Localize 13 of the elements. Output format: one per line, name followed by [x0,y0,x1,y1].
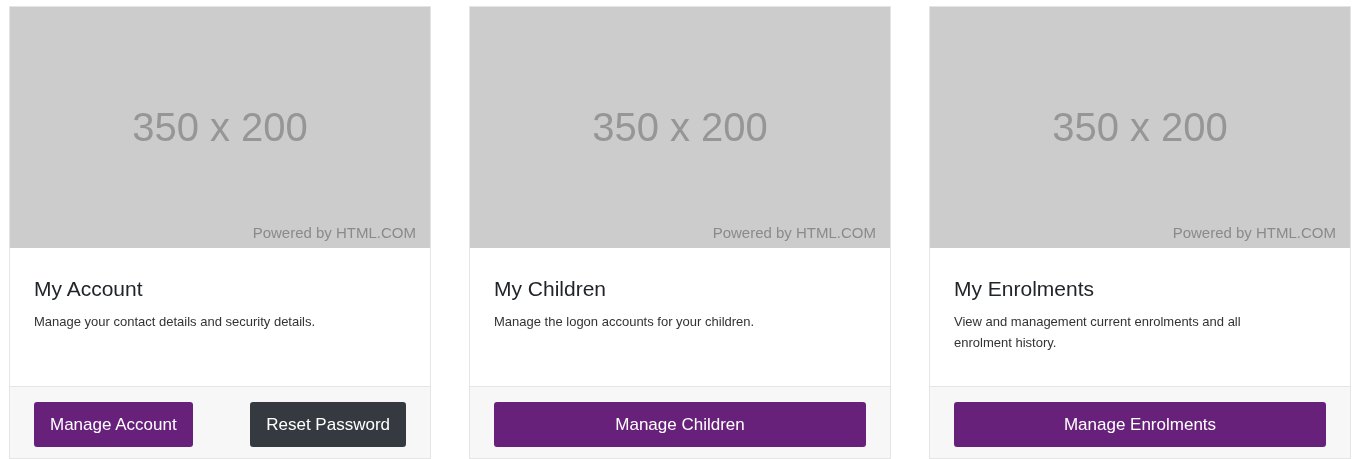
image-credit: Powered by HTML.COM [252,225,416,240]
card-title: My Children [494,276,608,302]
card-title: My Enrolments [954,276,1096,302]
primary-button[interactable]: Manage Enrolments [954,402,1326,447]
primary-button[interactable]: Manage Account [34,402,193,447]
primary-button[interactable]: Manage Children [494,402,866,447]
card-description: Manage your contact details and security details. [34,313,317,332]
card-title: My Account [34,276,144,302]
card-description: Manage the logon accounts for your children. [494,313,756,332]
secondary-button[interactable]: Reset Password [250,402,406,447]
image-credit: Powered by HTML.COM [712,225,876,240]
card-description: View and management current enrolments and all enrolment history. [954,313,1242,353]
image-credit: Powered by HTML.COM [1172,225,1336,240]
